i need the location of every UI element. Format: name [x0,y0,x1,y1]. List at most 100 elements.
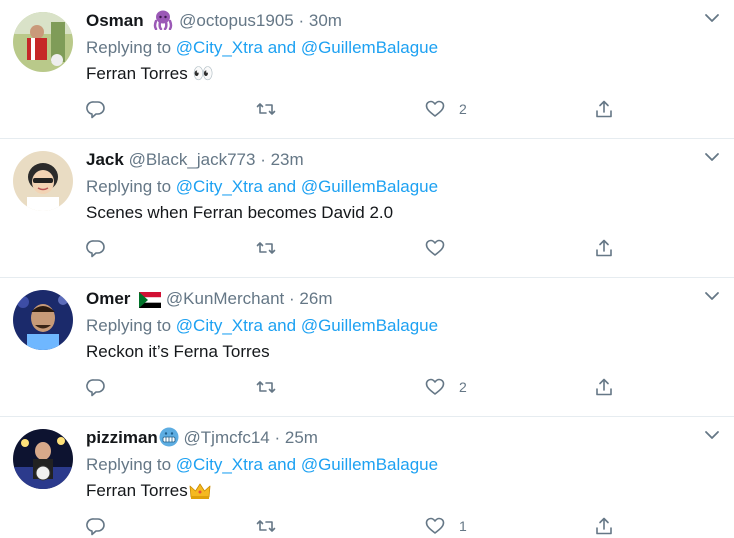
retweet-icon [256,520,276,532]
user-handle[interactable]: @Tjmcfc14 [184,428,270,447]
reply-icon [86,518,105,536]
user-handle[interactable]: @Black_jack773 [129,150,256,169]
reply-feed: Osman @octopus1905 · 30m Replying to @Ci… [0,0,734,537]
tweet-text: Scenes when Ferran becomes David 2.0 [86,203,394,222]
mention-link[interactable]: @City_Xtra [176,38,263,57]
mention-link[interactable]: @GuillemBalague [301,316,438,335]
tweet-header: Jack @Black_jack773 · 23m [86,148,304,172]
mention-link[interactable]: @City_Xtra [176,316,263,335]
tweet-header: Osman @octopus1905 · 30m [86,9,342,33]
like-icon [425,100,445,117]
share-icon [596,378,612,396]
tweet-card[interactable]: Jack @Black_jack773 · 23m Replying to @C… [0,139,734,278]
avatar[interactable] [13,429,73,489]
chevron-down-icon[interactable] [704,149,720,165]
tweet-text: Ferran Torres 👀 [86,64,214,83]
like-icon [425,517,445,534]
user-handle[interactable]: @KunMerchant [166,289,284,308]
replying-to: Replying to @City_Xtra and @GuillemBalag… [86,175,438,199]
timestamp[interactable]: 23m [271,150,304,169]
share-icon [596,517,612,535]
separator-dot: · [298,11,305,30]
replying-prefix: Replying to [86,316,172,335]
tweet-header: pizziman @Tjmcfc14 · 25m [86,426,318,450]
replying-prefix: Replying to [86,455,172,474]
retweet-button[interactable] [256,514,276,538]
share-button[interactable] [594,236,614,260]
share-button[interactable] [594,514,614,538]
reply-icon [86,240,105,258]
timestamp[interactable]: 26m [299,289,332,308]
tweet-card[interactable]: Omer @KunMerchant · 26m Replying to @Cit… [0,278,734,417]
retweet-button[interactable] [256,97,276,121]
retweet-icon [256,103,276,115]
mention-and[interactable]: and [268,316,296,335]
user-handle[interactable]: @octopus1905 [179,11,294,30]
share-button[interactable] [594,375,614,399]
tweet-actions: 2 [86,375,626,399]
mention-and[interactable]: and [268,177,296,196]
octopus-emoji [152,10,174,37]
display-name[interactable]: Jack [86,150,124,169]
chevron-down-icon[interactable] [704,288,720,304]
mention-and[interactable]: and [268,38,296,57]
like-icon [425,239,445,256]
chevron-down-icon[interactable] [704,10,720,26]
like-button[interactable]: 1 [425,514,467,538]
tweet-actions [86,236,626,260]
like-count: 2 [459,379,467,395]
retweet-button[interactable] [256,236,276,260]
like-button[interactable] [425,236,459,260]
mention-link[interactable]: @GuillemBalague [301,177,438,196]
reply-button[interactable] [86,97,106,121]
timestamp[interactable]: 30m [309,11,342,30]
reply-button[interactable] [86,375,106,399]
retweet-button[interactable] [256,375,276,399]
crown-emoji [189,482,211,507]
tweet-actions: 2 [86,97,626,121]
tweet-card[interactable]: Osman @octopus1905 · 30m Replying to @Ci… [0,0,734,139]
replying-to: Replying to @City_Xtra and @GuillemBalag… [86,36,438,60]
share-icon [596,100,612,118]
replying-to: Replying to @City_Xtra and @GuillemBalag… [86,453,438,477]
like-count: 1 [459,518,467,534]
replying-to: Replying to @City_Xtra and @GuillemBalag… [86,314,438,338]
like-button[interactable]: 2 [425,375,467,399]
mention-link[interactable]: @City_Xtra [176,455,263,474]
reply-icon [86,101,105,119]
avatar[interactable] [13,290,73,350]
display-name[interactable]: Osman [86,11,144,30]
chevron-down-icon[interactable] [704,427,720,443]
tweet-header: Omer @KunMerchant · 26m [86,287,332,311]
mention-link[interactable]: @City_Xtra [176,177,263,196]
share-button[interactable] [594,97,614,121]
tweet-text: Reckon it’s Ferna Torres [86,342,270,361]
display-name[interactable]: Omer [86,289,130,308]
reply-button[interactable] [86,236,106,260]
separator-dot: · [260,150,266,169]
avatar[interactable] [13,12,73,72]
display-name[interactable]: pizziman [86,428,158,447]
tweet-text-line: Ferran Torres [86,479,211,507]
share-icon [596,239,612,257]
like-icon [425,378,445,395]
replying-prefix: Replying to [86,177,172,196]
mention-and[interactable]: and [268,455,296,474]
tweet-card[interactable]: pizziman @Tjmcfc14 · 25m Replying to @Ci… [0,417,734,537]
tweet-text: Ferran Torres [86,481,188,500]
sudan-flag-emoji [139,291,162,315]
like-button[interactable]: 2 [425,97,467,121]
tweet-actions: 1 [86,514,626,538]
reply-icon [86,379,105,397]
separator-dot: · [274,428,281,447]
avatar[interactable] [13,151,73,211]
reply-button[interactable] [86,514,106,538]
timestamp[interactable]: 25m [285,428,318,447]
retweet-icon [256,381,276,393]
mention-link[interactable]: @GuillemBalague [301,38,438,57]
mention-link[interactable]: @GuillemBalague [301,455,438,474]
grimace-emoji [159,427,179,454]
replying-prefix: Replying to [86,38,172,57]
separator-dot: · [289,289,295,308]
like-count: 2 [459,101,467,117]
